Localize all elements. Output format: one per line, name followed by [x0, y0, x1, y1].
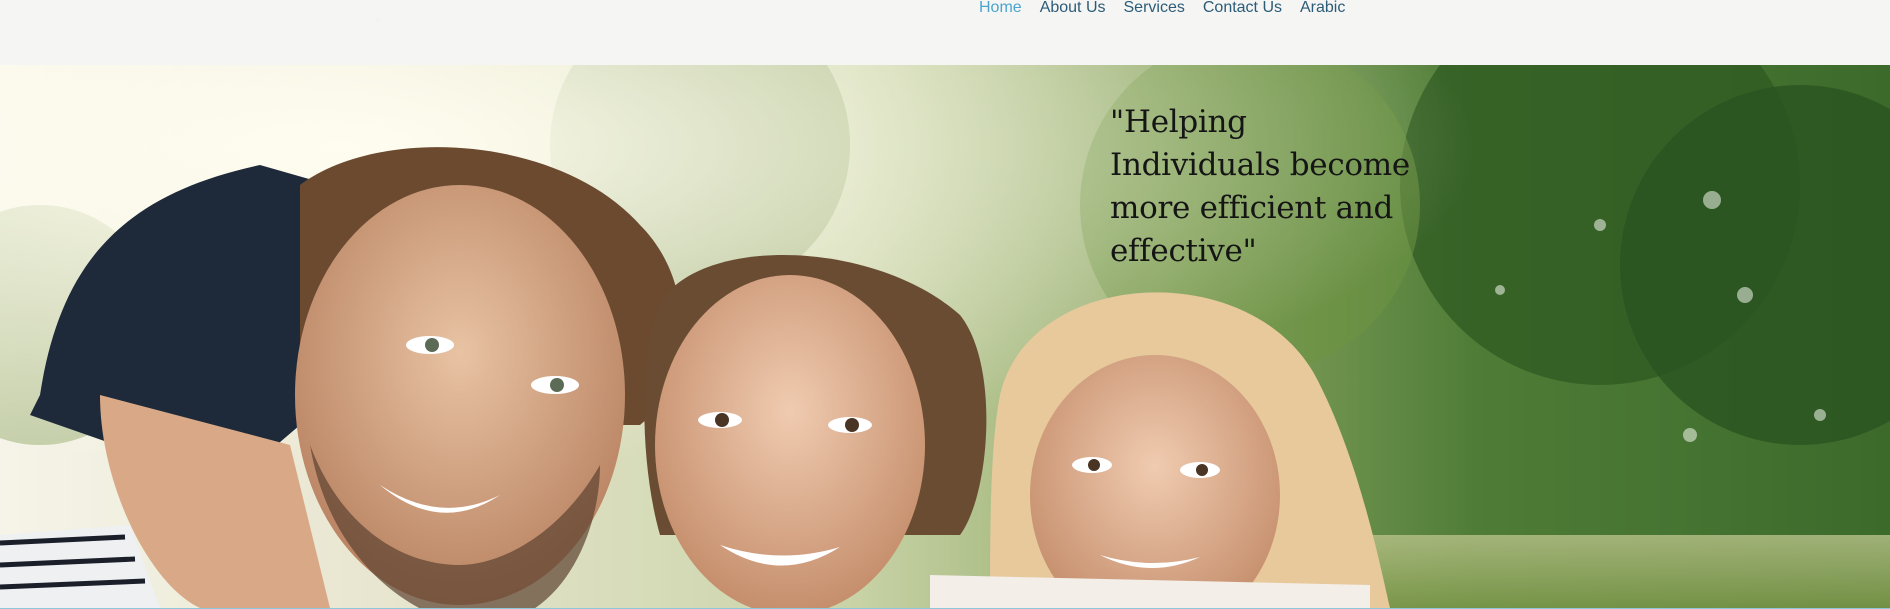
nav-services-link[interactable]: Services: [1115, 0, 1194, 18]
family-photo: [0, 65, 1890, 608]
nav-contact-link[interactable]: Contact Us: [1194, 0, 1291, 18]
nav-home-link[interactable]: Home: [970, 0, 1031, 18]
main-nav: Home About Us Services Contact Us Arabic: [970, 0, 1354, 18]
hero-quote: "Helping Individuals become more efficie…: [1110, 104, 1410, 269]
site-header: Home About Us Services Contact Us Arabic: [0, 0, 1890, 65]
hero-banner: "Helping Individuals become more efficie…: [0, 65, 1890, 608]
nav-arabic-link[interactable]: Arabic: [1291, 0, 1354, 18]
nav-about-link[interactable]: About Us: [1031, 0, 1115, 18]
